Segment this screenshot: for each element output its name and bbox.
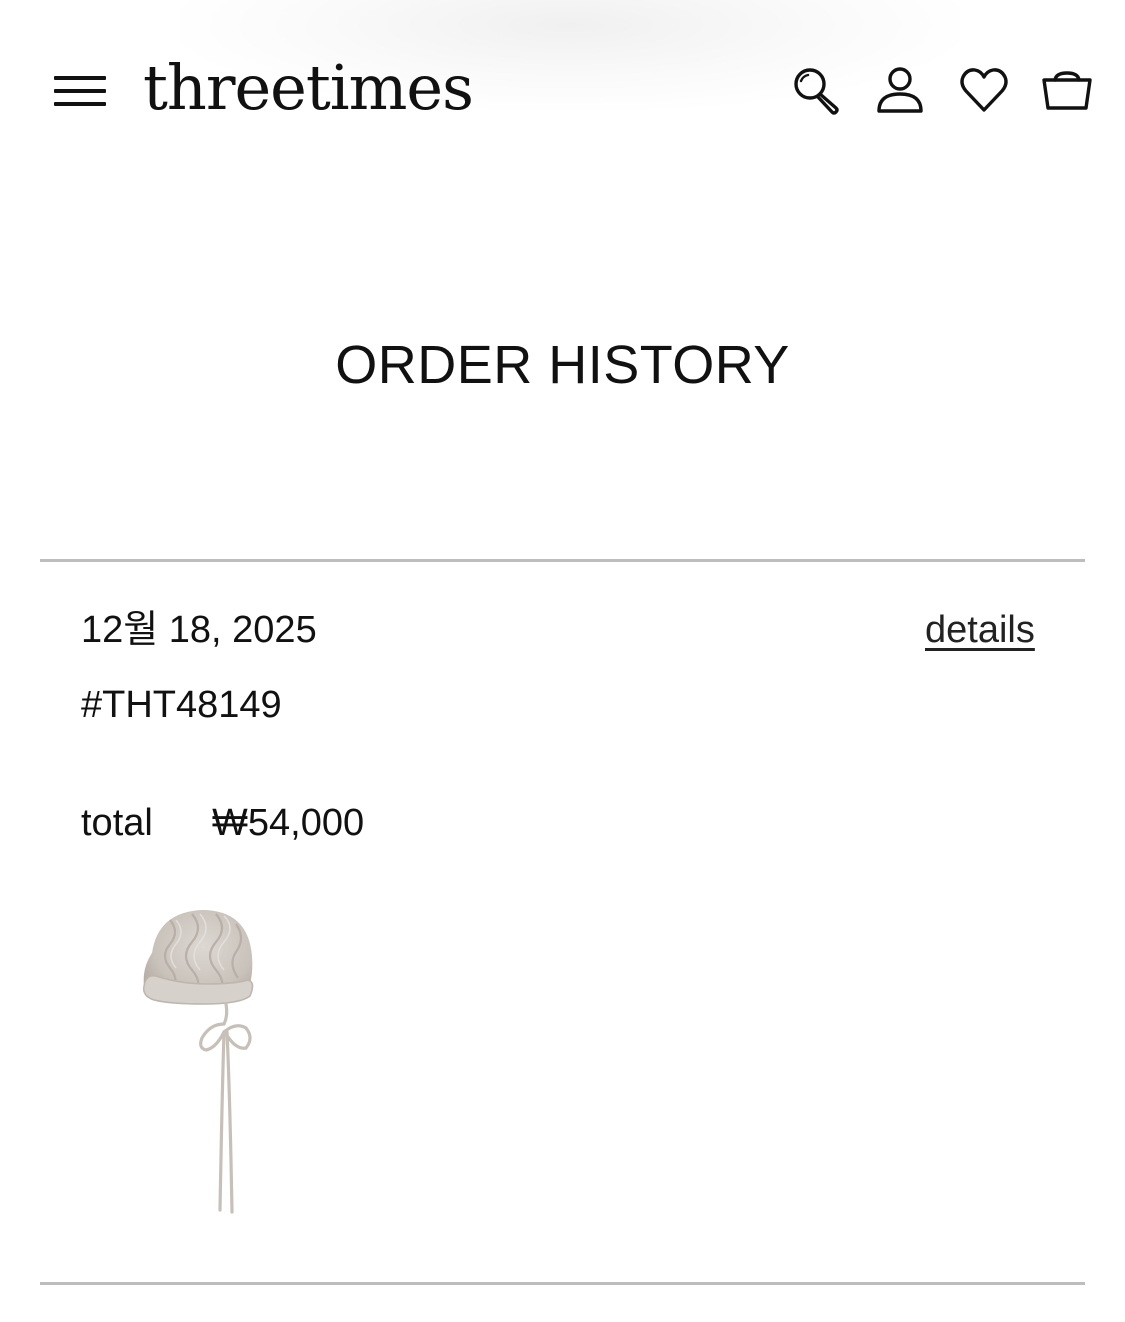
divider bbox=[40, 559, 1085, 562]
search-icon[interactable] bbox=[790, 64, 842, 116]
shopping-basket-icon[interactable] bbox=[1041, 64, 1093, 116]
order-number: #THT48149 bbox=[81, 684, 282, 726]
order-total-label: total bbox=[81, 802, 153, 844]
knit-bonnet-hat-image bbox=[142, 910, 254, 1214]
product-thumbnail-knit-hat[interactable] bbox=[130, 898, 270, 1228]
menu-bar bbox=[54, 76, 106, 80]
brand-logo[interactable]: threetimes bbox=[143, 48, 474, 128]
wishlist-heart-icon[interactable] bbox=[958, 64, 1010, 116]
order-total-value: ₩54,000 bbox=[212, 802, 365, 844]
menu-bar bbox=[54, 89, 106, 93]
account-icon[interactable] bbox=[874, 64, 926, 116]
order-history-page: threetimes ORDER HISTORY 12월 18, 2025 de… bbox=[0, 0, 1125, 1322]
divider bbox=[40, 1282, 1085, 1285]
menu-bar bbox=[54, 102, 106, 106]
order-date: 12월 18, 2025 bbox=[81, 609, 317, 651]
page-title: ORDER HISTORY bbox=[335, 335, 790, 395]
menu-icon[interactable] bbox=[54, 72, 106, 112]
order-details-link[interactable]: details bbox=[925, 607, 1035, 653]
